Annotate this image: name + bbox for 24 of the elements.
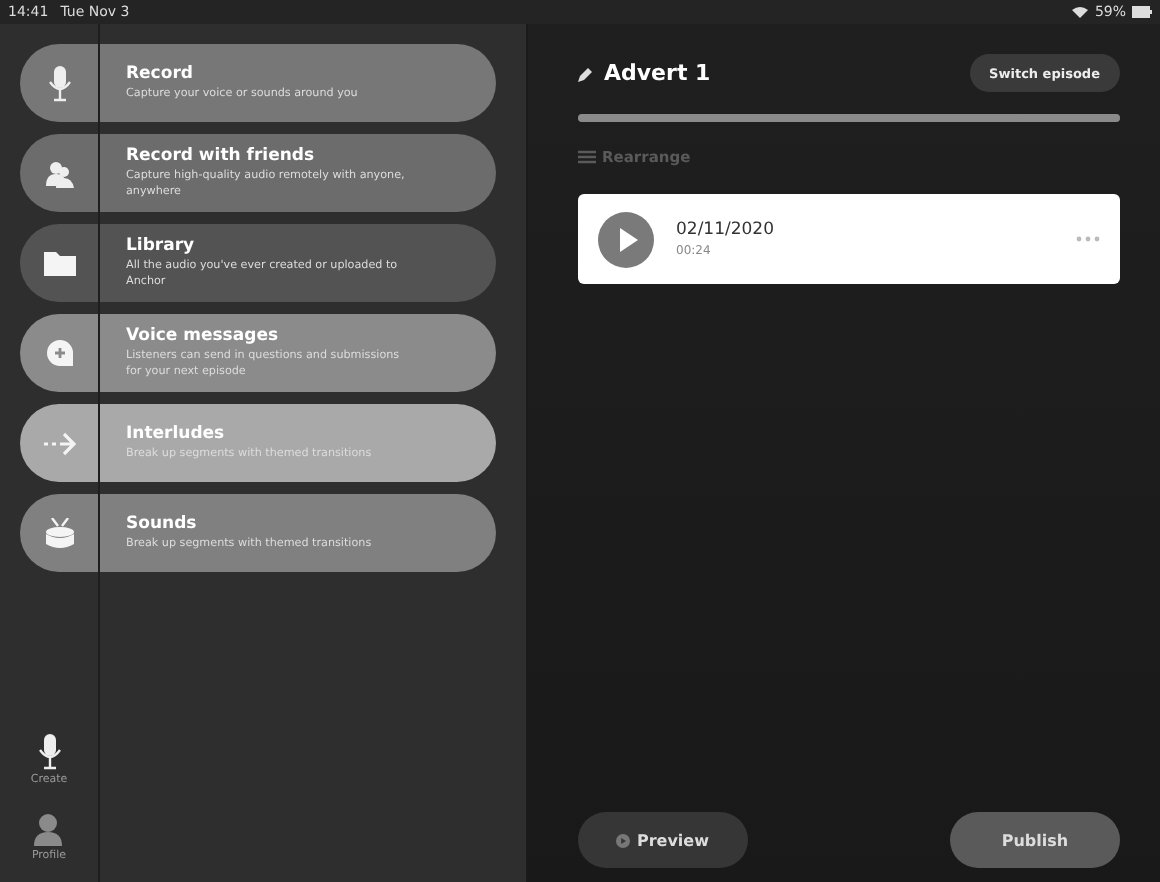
drum-icon (45, 517, 73, 549)
battery-icon (1132, 6, 1152, 18)
preview-button[interactable]: Preview (578, 812, 748, 868)
microphone-icon (47, 65, 71, 101)
menu-icon (578, 150, 596, 164)
people-icon (45, 159, 73, 187)
menu-title: Interludes (126, 423, 227, 444)
menu-title: Sounds (126, 513, 199, 534)
play-button[interactable] (598, 211, 654, 267)
folder-icon (43, 250, 75, 276)
chat-bubble-icon (45, 339, 73, 367)
wifi-icon (1072, 6, 1089, 18)
play-icon (616, 833, 631, 847)
menu-title: Voice messages (126, 326, 281, 347)
arrow-icon (43, 431, 75, 455)
menu-title: Record (126, 63, 195, 84)
publish-button[interactable]: Publish (950, 812, 1120, 868)
microphone-icon (37, 734, 61, 770)
person-icon (34, 814, 63, 846)
segment-date: 02/11/2020 (676, 220, 774, 240)
episode-title: Advert 1 (604, 60, 711, 86)
menu-title: Library (126, 236, 197, 257)
pencil-icon (578, 65, 594, 81)
menu-title: Record with friends (126, 146, 317, 167)
